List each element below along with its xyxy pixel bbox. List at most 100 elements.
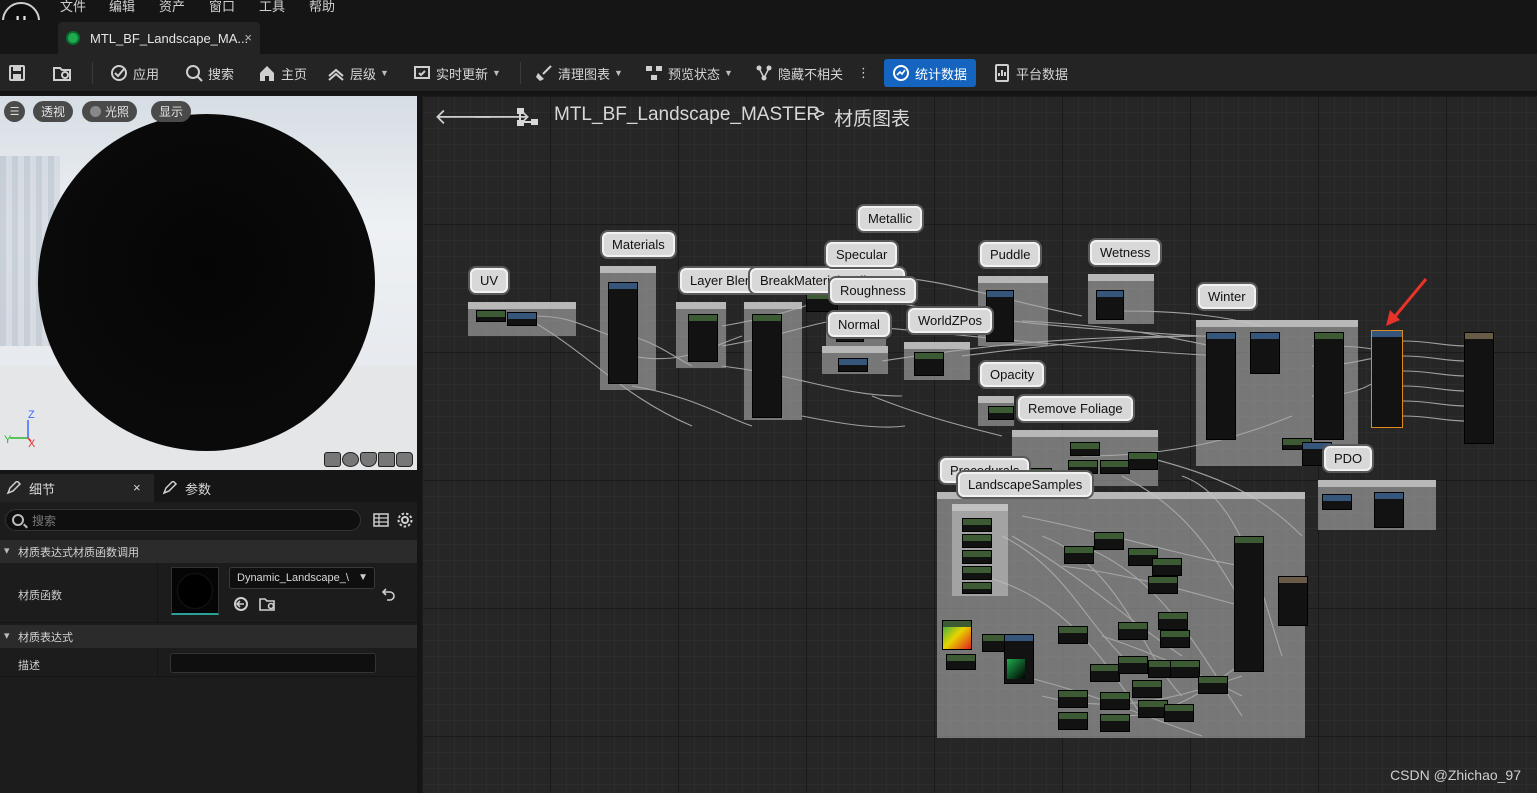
tab-details[interactable]: 细节 ×: [0, 474, 154, 502]
node-proc-24[interactable]: [1164, 704, 1194, 722]
comment-label-specular[interactable]: Specular: [826, 242, 898, 267]
menu-help[interactable]: 帮助: [309, 0, 335, 14]
node-layer-blend[interactable]: [688, 314, 718, 362]
node-winter-a[interactable]: [1206, 332, 1236, 440]
close-details-icon[interactable]: ×: [133, 480, 141, 495]
lit-button[interactable]: 光照: [82, 101, 138, 122]
sphere-shape-icon[interactable]: [342, 452, 359, 467]
node-proc-22[interactable]: [1100, 714, 1130, 732]
node-proc-14[interactable]: [1118, 656, 1148, 674]
node-wetness[interactable]: [1096, 290, 1124, 320]
node-gradient-texture[interactable]: [942, 620, 972, 650]
section-expression[interactable]: 材质表达式: [0, 625, 417, 648]
node-proc-result[interactable]: [1278, 576, 1308, 626]
comment-label-opacity[interactable]: Opacity: [980, 362, 1045, 387]
menu-file[interactable]: 文件: [60, 0, 86, 14]
search-button[interactable]: 搜索: [185, 54, 234, 92]
node-proc-18[interactable]: [1132, 680, 1162, 698]
node-uv-multiply[interactable]: [507, 312, 537, 326]
home-button[interactable]: 主页: [258, 54, 307, 92]
plane-shape-icon[interactable]: [360, 452, 377, 467]
teapot-shape-icon[interactable]: [396, 452, 413, 467]
comment-label-metallic[interactable]: Metallic: [858, 206, 923, 231]
node-proc-11[interactable]: [1158, 612, 1188, 630]
node-worldzpos[interactable]: [914, 352, 944, 376]
stats-button[interactable]: 统计数据: [884, 59, 976, 87]
cube-shape-icon[interactable]: [378, 452, 395, 467]
menu-asset[interactable]: 资产: [159, 0, 185, 14]
browse-button[interactable]: [52, 54, 72, 92]
node-proc-1[interactable]: [1064, 546, 1094, 564]
menu-tools[interactable]: 工具: [259, 0, 285, 14]
viewport-menu-icon[interactable]: ☰: [4, 101, 25, 122]
node-proc-10[interactable]: [1118, 622, 1148, 640]
node-break-material-attributes[interactable]: [752, 314, 782, 418]
settings-gear-icon[interactable]: [397, 512, 413, 528]
comment-label-landscape-samples[interactable]: LandscapeSamples: [958, 472, 1093, 497]
comment-label-worldzpos[interactable]: WorldZPos: [908, 308, 993, 333]
node-sample-4[interactable]: [962, 566, 992, 580]
hierarchy-button[interactable]: 层级 ▼: [327, 54, 389, 92]
cylinder-shape-icon[interactable]: [324, 452, 341, 467]
hide-unrelated-button[interactable]: 隐藏不相关: [755, 54, 843, 92]
material-graph-canvas[interactable]: 🡐 🡒 MTL_BF_Landscape_MASTER > 材质图表 UV Ma…: [422, 96, 1537, 793]
description-input[interactable]: [170, 653, 376, 673]
node-proc-13[interactable]: [1090, 664, 1120, 682]
node-proc-17[interactable]: [1198, 676, 1228, 694]
menu-edit[interactable]: 编辑: [109, 0, 135, 14]
node-proc-16[interactable]: [1170, 660, 1200, 678]
apply-button[interactable]: 应用: [110, 54, 159, 92]
node-foliage-d[interactable]: [1128, 452, 1158, 470]
node-foliage-c[interactable]: [1100, 460, 1130, 474]
node-material-output[interactable]: [1464, 332, 1494, 444]
node-proc-19[interactable]: [1058, 690, 1088, 708]
node-proc-6[interactable]: [946, 654, 976, 670]
use-selected-icon[interactable]: [233, 596, 249, 612]
node-opacity[interactable]: [988, 406, 1014, 420]
reset-arrow-icon[interactable]: [382, 587, 396, 601]
node-proc-4[interactable]: [1152, 558, 1182, 576]
node-proc-output[interactable]: [1234, 536, 1264, 672]
node-sample-1[interactable]: [962, 518, 992, 532]
comment-label-wetness[interactable]: Wetness: [1090, 240, 1161, 265]
live-update-button[interactable]: 实时更新 ▼: [413, 54, 501, 92]
clean-graph-button[interactable]: 清理图表 ▼: [535, 54, 623, 92]
node-proc-5[interactable]: [1148, 576, 1178, 594]
close-tab-icon[interactable]: ×: [244, 30, 252, 45]
comment-label-remove-foliage[interactable]: Remove Foliage: [1018, 396, 1133, 421]
comment-label-normal[interactable]: Normal: [828, 312, 890, 337]
tab-parameters[interactable]: 参数: [162, 474, 282, 502]
comment-label-winter[interactable]: Winter: [1198, 284, 1256, 309]
browse-asset-icon[interactable]: [259, 596, 277, 612]
material-function-dropdown[interactable]: Dynamic_Landscape_\ ▼: [229, 567, 375, 589]
table-view-icon[interactable]: [373, 512, 389, 528]
comment-label-uv[interactable]: UV: [470, 268, 509, 293]
node-sample-3[interactable]: [962, 550, 992, 564]
comment-label-pdo[interactable]: PDO: [1324, 446, 1373, 471]
node-materials[interactable]: [608, 282, 638, 384]
node-winter-c[interactable]: [1314, 332, 1344, 440]
node-pdo-d[interactable]: [1374, 492, 1404, 528]
node-sample-5[interactable]: [962, 582, 992, 594]
comment-label-roughness[interactable]: Roughness: [830, 278, 916, 303]
node-pdo-c[interactable]: [1322, 494, 1352, 510]
node-winter-b[interactable]: [1250, 332, 1280, 374]
node-proc-12[interactable]: [1160, 630, 1190, 648]
document-tab[interactable]: MTL_BF_Landscape_MA... ×: [58, 22, 260, 54]
section-function-call[interactable]: 材质表达式材质函数调用: [0, 540, 417, 563]
more-options-button[interactable]: ⋮: [857, 54, 870, 92]
perspective-button[interactable]: 透视: [33, 101, 74, 122]
comment-label-puddle[interactable]: Puddle: [980, 242, 1041, 267]
details-search-input[interactable]: 搜索: [5, 509, 361, 531]
node-proc-8[interactable]: [1004, 634, 1034, 684]
show-button[interactable]: 显示: [151, 101, 192, 122]
node-selected-function[interactable]: [1371, 330, 1403, 428]
material-function-thumbnail[interactable]: [171, 567, 219, 615]
node-sample-2[interactable]: [962, 534, 992, 548]
node-proc-20[interactable]: [1058, 712, 1088, 730]
platform-stats-button[interactable]: 平台数据: [993, 54, 1068, 92]
comment-label-materials[interactable]: Materials: [602, 232, 675, 257]
node-proc-21[interactable]: [1100, 692, 1130, 710]
node-proc-2[interactable]: [1094, 532, 1124, 550]
node-proc-9[interactable]: [1058, 626, 1088, 644]
